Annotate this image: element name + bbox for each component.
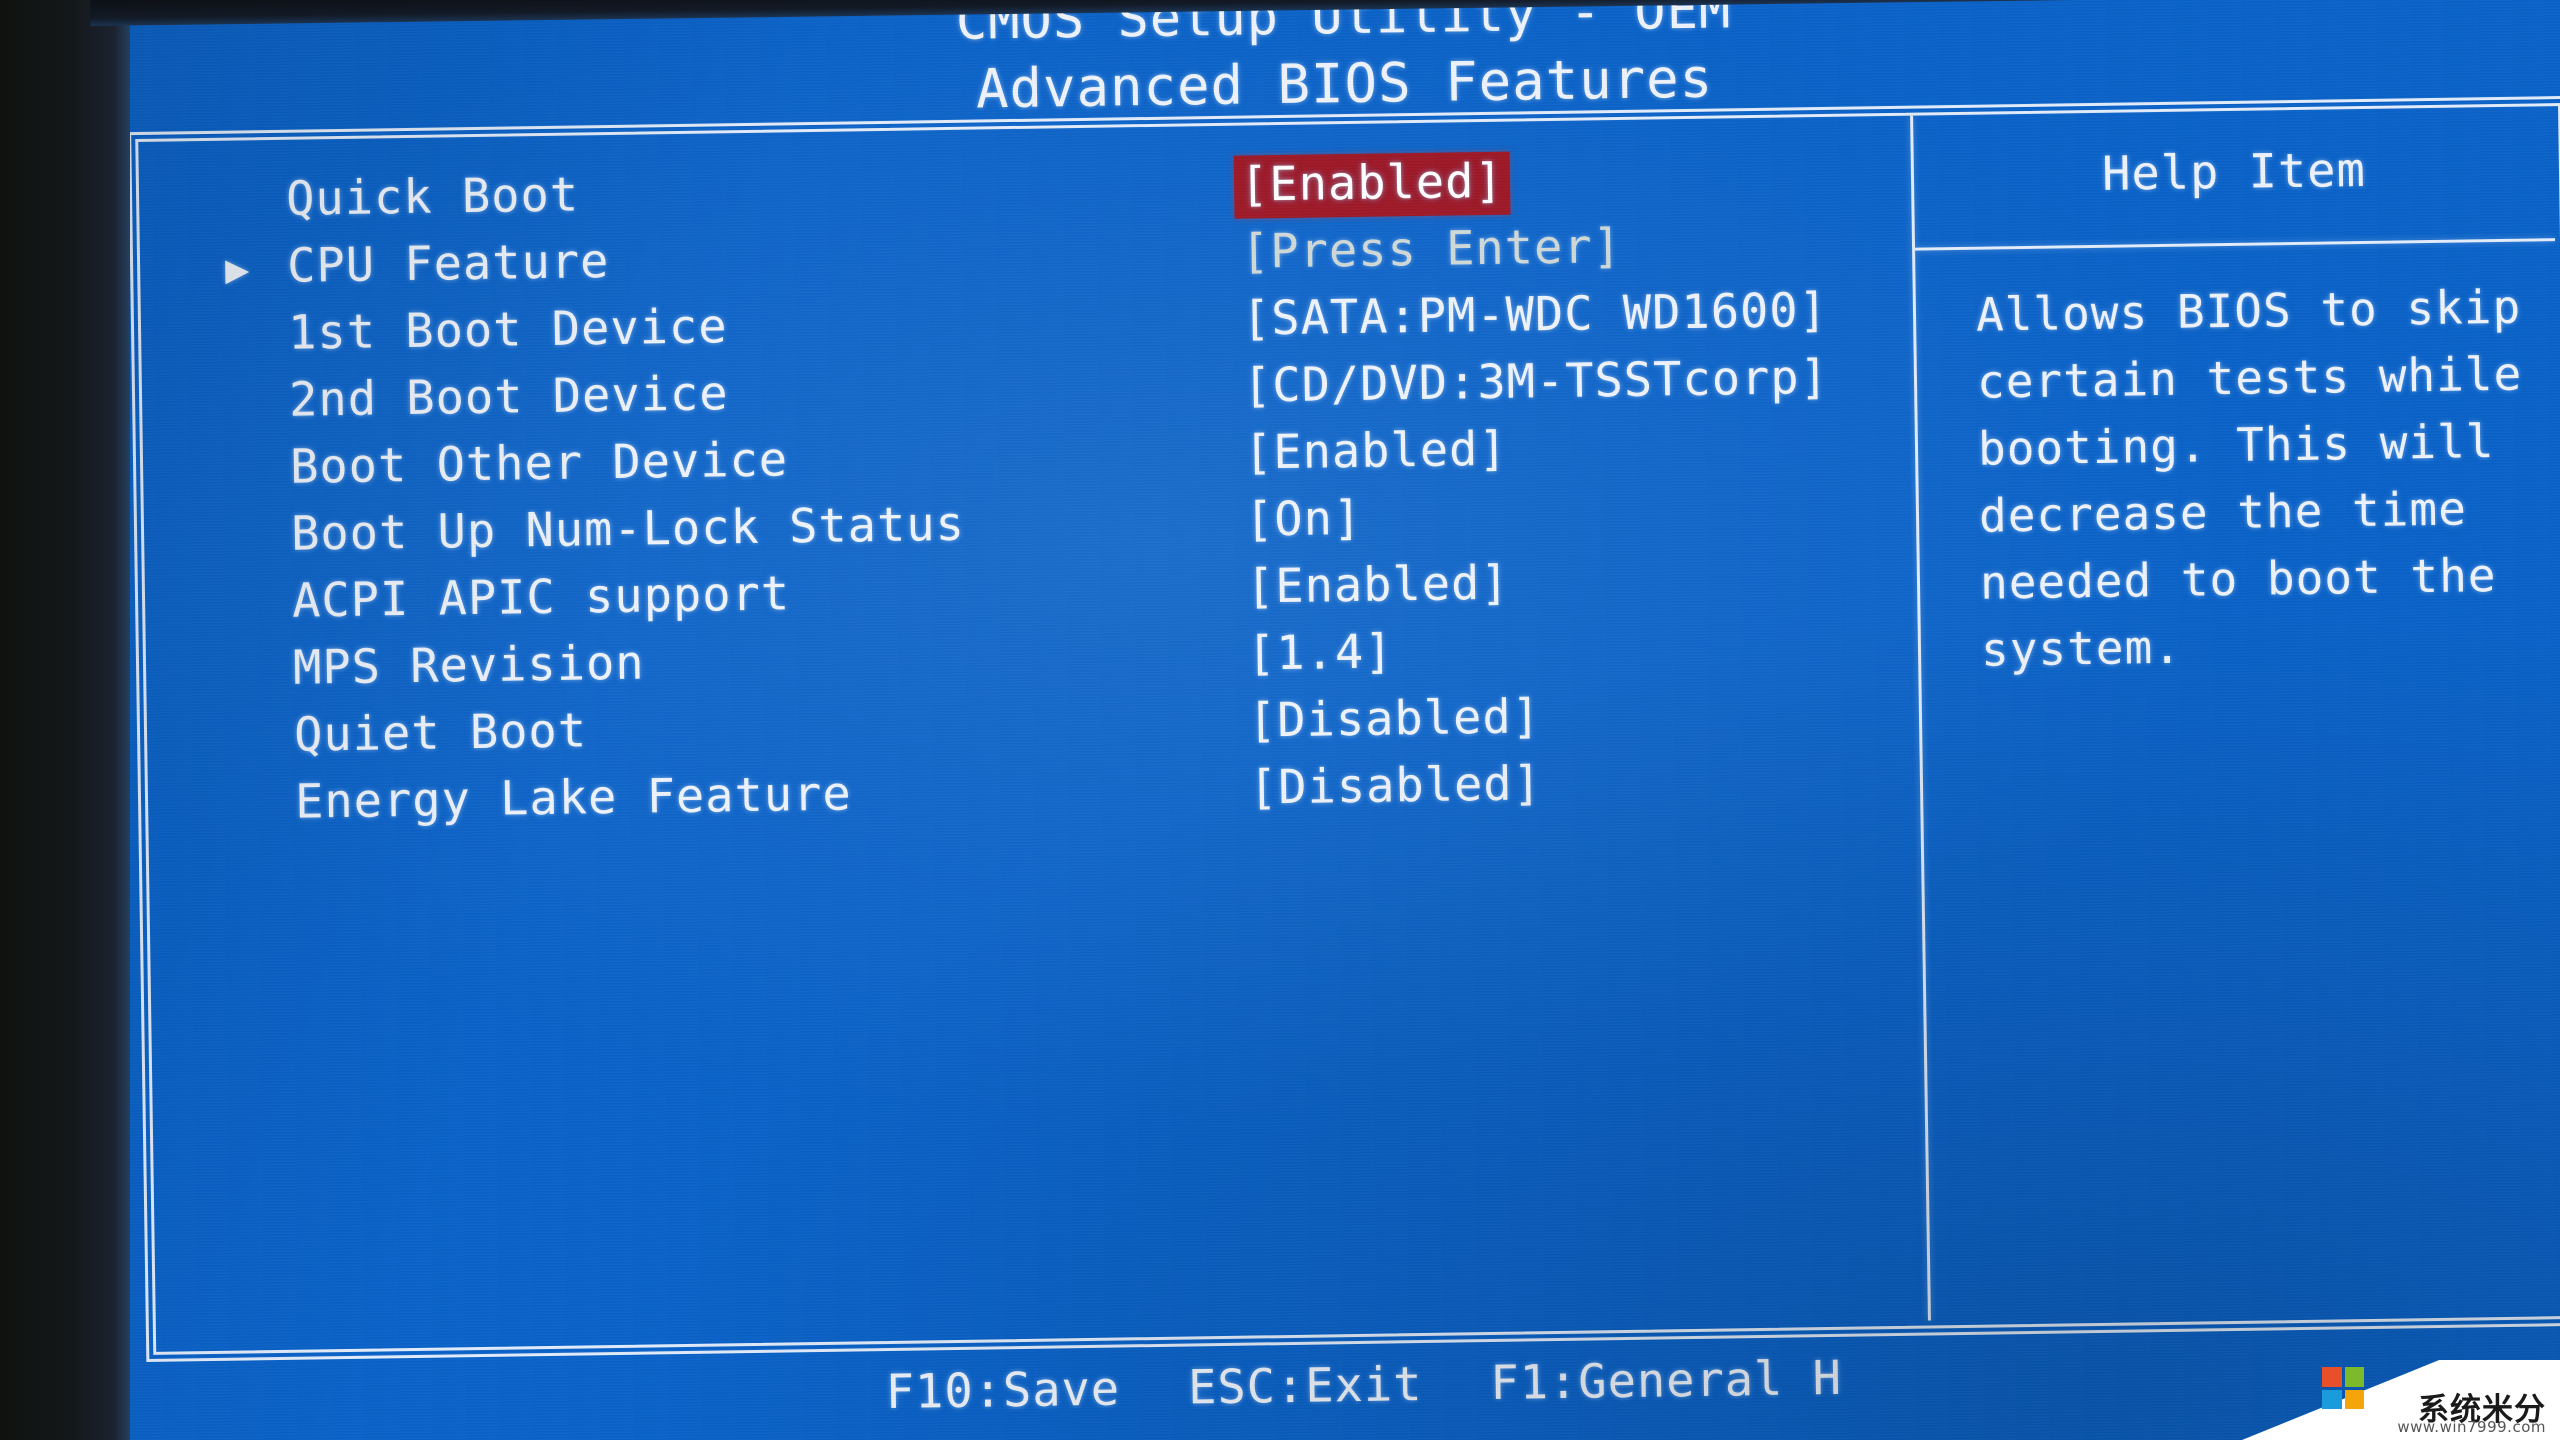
help-panel-body: Allows BIOS to skip certain tests while bo… xyxy=(1976,271,2560,683)
setting-label: MPS Revision xyxy=(231,627,1242,697)
submenu-arrow-icon: ▶ xyxy=(224,246,251,293)
setting-label: 2nd Boot Device xyxy=(227,359,1238,429)
help-line: decrease the time xyxy=(1978,481,2468,543)
arrow-spacer xyxy=(224,215,286,216)
key-hint: F1:General H xyxy=(1490,1350,1843,1412)
setting-value-text: [1.4] xyxy=(1246,624,1394,682)
setting-value[interactable]: [Enabled] xyxy=(1233,151,1511,219)
setting-value-text: [Disabled] xyxy=(1248,756,1543,816)
setting-value-text: [Disabled] xyxy=(1247,689,1542,749)
setting-value-text: [Enabled] xyxy=(1243,421,1509,481)
logo-square xyxy=(2322,1367,2342,1387)
setting-label: Quiet Boot xyxy=(232,694,1243,764)
help-line: certain tests while xyxy=(1976,346,2523,409)
bios-photo: CMOS Setup Utility - OEM Advanced BIOS F… xyxy=(0,0,2560,1440)
setting-value-text: [Press Enter] xyxy=(1240,218,1623,280)
key-hint-bar: F10:Save ESC:Exit F1:General H xyxy=(114,1339,2560,1431)
watermark-url: www.win7999.com xyxy=(2397,1418,2546,1436)
setting-label-text: MPS Revision xyxy=(292,635,646,696)
setting-label: Boot Up Num-Lock Status xyxy=(229,493,1240,563)
setting-label-text: CPU Feature xyxy=(286,233,610,294)
setting-value[interactable]: [Enabled] xyxy=(1238,420,1515,487)
setting-value-text: [SATA:PM-WDC WD1600] xyxy=(1241,282,1829,347)
logo-square xyxy=(2322,1389,2342,1409)
setting-value[interactable]: [CD/DVD:3M-TSSTcorp] xyxy=(1237,348,1836,420)
arrow-spacer xyxy=(230,617,292,618)
help-line: Allows BIOS to skip xyxy=(1975,279,2522,342)
help-line: needed to boot the xyxy=(1979,548,2497,610)
setting-value[interactable]: [Disabled] xyxy=(1242,687,1548,755)
windows-logo-icon xyxy=(2322,1367,2364,1409)
setting-label-text: 2nd Boot Device xyxy=(288,366,729,428)
help-line: system. xyxy=(1980,619,2183,677)
key-hint: F10:Save xyxy=(885,1361,1121,1421)
setting-value[interactable]: [On] xyxy=(1239,489,1369,554)
setting-label-text: 1st Boot Device xyxy=(287,299,728,361)
setting-label-text: Quiet Boot xyxy=(293,703,588,763)
setting-value[interactable]: [Disabled] xyxy=(1243,754,1549,822)
setting-value[interactable]: [SATA:PM-WDC WD1600] xyxy=(1236,281,1835,353)
setting-label-text: Boot Other Device xyxy=(289,432,789,495)
setting-label: ▶ CPU Feature xyxy=(225,225,1236,295)
logo-square xyxy=(2344,1367,2364,1387)
setting-value-text: [On] xyxy=(1244,490,1363,548)
help-line: booting. This will xyxy=(1977,414,2495,476)
arrow-spacer xyxy=(232,751,294,752)
logo-square xyxy=(2344,1389,2364,1409)
arrow-spacer xyxy=(233,818,295,819)
arrow-spacer xyxy=(229,550,291,551)
help-panel-title: Help Item xyxy=(2101,142,2367,202)
setting-label: ACPI APIC support xyxy=(230,560,1241,630)
setting-label-text: ACPI APIC support xyxy=(291,566,791,629)
arrow-spacer xyxy=(227,416,289,417)
setting-label: Energy Lake Feature xyxy=(233,761,1244,831)
setting-label-text: Quick Boot xyxy=(285,167,580,227)
setting-label-text: Energy Lake Feature xyxy=(294,766,853,830)
setting-value[interactable]: [1.4] xyxy=(1241,622,1400,687)
setting-label: 1st Boot Device xyxy=(226,292,1237,362)
arrow-spacer xyxy=(231,684,293,685)
site-watermark: 系统米分 www.win7999.com xyxy=(2242,1360,2560,1440)
key-hint: ESC:Exit xyxy=(1187,1357,1423,1416)
setting-label-text: Boot Up Num-Lock Status xyxy=(290,496,966,562)
setting-value-selected: [Enabled] xyxy=(1233,151,1511,219)
setting-label: Quick Boot xyxy=(224,158,1235,228)
setting-value[interactable]: [Enabled] xyxy=(1240,554,1517,621)
arrow-spacer xyxy=(228,483,290,484)
arrow-spacer xyxy=(226,349,288,350)
bios-screen: CMOS Setup Utility - OEM Advanced BIOS F… xyxy=(92,0,2560,1440)
setting-value[interactable]: [Press Enter] xyxy=(1235,217,1629,286)
setting-value-text: [CD/DVD:3M-TSSTcorp] xyxy=(1242,349,1830,414)
settings-list: Quick Boot [Enabled] ▶ CPU Feature [Press En… xyxy=(224,146,1894,841)
setting-label: Boot Other Device xyxy=(228,426,1239,496)
setting-value-text: [Enabled] xyxy=(1245,555,1511,615)
